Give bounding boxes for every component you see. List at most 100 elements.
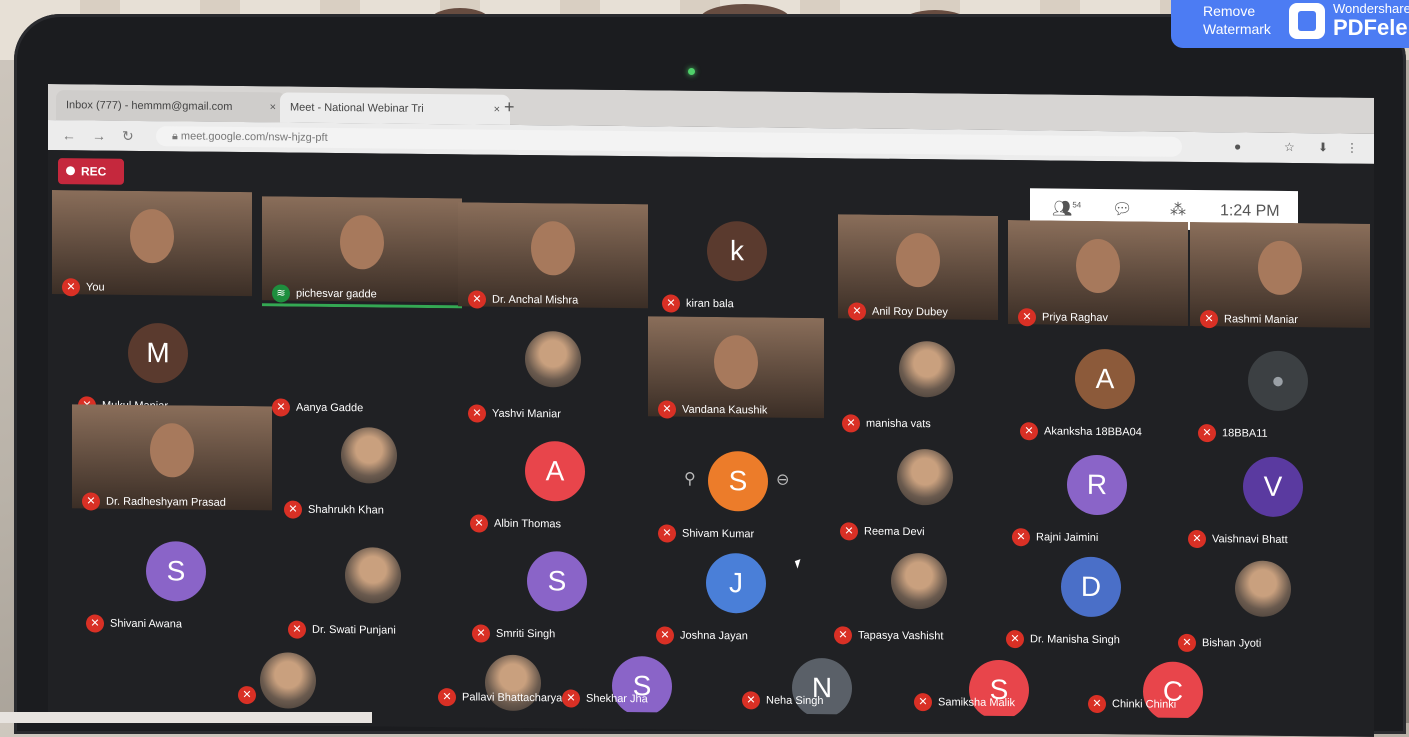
participant-tile[interactable]: ✕ Tapasya Vashisht <box>824 548 1014 650</box>
participant-name: Albin Thomas <box>494 517 562 531</box>
pin-icon[interactable]: ⚲ <box>684 469 696 489</box>
mic-off-icon: ✕ <box>470 514 488 533</box>
participant-photo <box>891 552 947 610</box>
brand-main: PDFelement <box>1333 15 1409 40</box>
participant-name-label: ✕ Priya Raghav <box>1018 308 1108 327</box>
participant-tile[interactable]: S ✕ Samiksha Malik <box>904 655 1094 717</box>
participant-tile[interactable]: S ✕ Shivam Kumar ⚲ ⊖ <box>648 446 828 548</box>
participant-tile[interactable]: ✕ Vandana Kaushik <box>648 316 824 424</box>
participant-tile[interactable]: V ✕ Vaishnavi Bhatt <box>1178 452 1368 554</box>
participant-name-label: ✕ manisha vats <box>842 414 931 433</box>
speaking-indicator <box>262 303 462 309</box>
mic-off-icon: ✕ <box>842 414 860 433</box>
camera-icon[interactable]: ● <box>1234 139 1241 153</box>
participant-tile[interactable]: k ✕ kiran bala <box>652 216 822 318</box>
menu-icon[interactable]: ⋮ <box>1346 141 1358 155</box>
participant-tile[interactable]: ✕ Bishan Jyoti <box>1168 556 1358 658</box>
participant-name: Dr. Radheshyam Prasad <box>106 495 226 509</box>
close-icon[interactable]: × <box>494 95 500 125</box>
participant-tile[interactable]: ✕ Anil Roy Dubey <box>838 214 998 326</box>
mic-off-icon: ✕ <box>1018 308 1036 327</box>
mic-off-icon: ✕ <box>288 620 306 639</box>
participant-tile[interactable]: ✕ <box>228 648 348 709</box>
participant-avatar: A <box>525 440 585 502</box>
participant-tile[interactable]: ● ✕ 18BBA11 <box>1188 346 1368 448</box>
participant-tile[interactable]: N ✕ Neha Singh <box>732 653 912 716</box>
participant-face <box>130 208 174 264</box>
participant-tile[interactable]: S ✕ Smriti Singh <box>462 546 652 648</box>
close-icon[interactable]: × <box>270 92 276 122</box>
meet-grid: REC 👥︎54 💬︎ ⁂ 1:24 PM ✕ You ≋ pichesvar gad… <box>48 150 1374 737</box>
participant-tile[interactable]: ✕ Rashmi Maniar <box>1190 221 1370 334</box>
watermark-banner[interactable]: Remove Watermark Wondershare PDFelement <box>1171 0 1409 48</box>
participant-tile[interactable]: A ✕ Albin Thomas <box>460 436 650 538</box>
participant-name: Dr. Manisha Singh <box>1030 633 1120 647</box>
extension-icon[interactable]: ⬇ <box>1318 140 1328 154</box>
participant-tile[interactable]: ✕ Priya Raghav <box>1008 220 1188 332</box>
participant-face <box>150 423 194 478</box>
participant-name-label: ✕ Shahrukh Khan <box>284 500 384 519</box>
participant-tile[interactable]: ✕ Dr. Anchal Mishra <box>458 202 648 314</box>
participant-tile[interactable]: ✕ You <box>52 190 252 302</box>
participant-name-label: ✕ Smriti Singh <box>472 624 555 643</box>
participant-name-label: ✕ Bishan Jyoti <box>1178 633 1262 653</box>
participant-name-label: ✕ Rajni Jaimini <box>1012 528 1098 547</box>
participant-tile[interactable]: ✕ Reema Devi <box>830 444 1020 546</box>
back-icon[interactable]: ← <box>62 127 76 143</box>
participant-tile[interactable]: ✕ manisha vats <box>832 336 1022 438</box>
people-icon[interactable]: 👥︎54 <box>1052 199 1081 219</box>
tab-meet[interactable]: Meet - National Webinar Tri × <box>280 92 510 125</box>
participant-name: Smriti Singh <box>496 627 556 641</box>
mic-off-icon: ✕ <box>438 688 456 707</box>
mic-off-icon: ✕ <box>1188 529 1206 549</box>
star-icon[interactable]: ☆ <box>1284 140 1295 154</box>
participant-name-label: ✕ Tapasya Vashisht <box>834 626 943 645</box>
participant-tile[interactable]: D ✕ Dr. Manisha Singh <box>996 552 1186 654</box>
participant-name: Samiksha Malik <box>938 696 1016 710</box>
participant-tile[interactable]: ✕ Yashvi Maniar <box>458 326 648 428</box>
participant-name: Dr. Anchal Mishra <box>492 293 579 307</box>
tab-inbox[interactable]: Inbox (777) - hemmm@gmail.com × <box>56 90 286 123</box>
remove-watermark-link[interactable]: Remove Watermark <box>1203 2 1271 38</box>
participant-name: Joshna Jayan <box>680 629 748 643</box>
participant-tile[interactable]: ✕ Shahrukh Khan <box>274 422 464 524</box>
participant-tile[interactable]: C ✕ Chinki Chinki <box>1078 657 1268 719</box>
participant-name-label: ✕ kiran bala <box>662 294 734 313</box>
participant-name-label: ✕ You <box>62 278 105 297</box>
rec-label: REC <box>81 164 107 179</box>
new-tab-button[interactable]: + <box>504 97 515 118</box>
forward-icon[interactable]: → <box>92 127 106 143</box>
participant-avatar: S <box>527 551 587 612</box>
mic-off-icon: ✕ <box>472 624 490 643</box>
participant-tile[interactable]: ✕ Aanya Gadde <box>262 320 452 422</box>
participant-photo <box>345 547 401 604</box>
reload-icon[interactable]: ↻ <box>122 128 134 145</box>
participant-tile[interactable]: R ✕ Rajni Jaimini <box>1002 450 1192 552</box>
participant-face <box>896 232 940 288</box>
chat-icon[interactable]: 💬︎ <box>1112 199 1132 219</box>
participant-tile[interactable]: ≋ pichesvar gadde <box>262 196 462 309</box>
participant-avatar: ● <box>1248 350 1308 412</box>
participant-name-label: ✕ Aanya Gadde <box>272 398 363 417</box>
participant-face <box>531 221 575 276</box>
participant-tile[interactable]: A ✕ Akanksha 18BBA04 <box>1010 344 1200 446</box>
remove-icon[interactable]: ⊖ <box>776 470 789 490</box>
participant-photo <box>1235 560 1291 618</box>
participant-name-label: ✕ <box>238 685 262 705</box>
speaking-icon: ≋ <box>272 284 290 303</box>
participant-name-label: ✕ Dr. Radheshyam Prasad <box>82 492 226 512</box>
participant-tile[interactable]: ✕ Dr. Radheshyam Prasad <box>72 404 272 516</box>
participant-name: Bishan Jyoti <box>1202 637 1262 650</box>
participant-name-label: ✕ Samiksha Malik <box>914 693 1015 712</box>
participant-tile[interactable]: J ✕ Joshna Jayan <box>646 548 826 650</box>
participant-tile[interactable]: ✕ Dr. Swati Punjani <box>278 542 468 644</box>
mic-off-icon: ✕ <box>848 302 866 321</box>
activities-icon[interactable]: ⁂ <box>1170 200 1186 220</box>
mic-off-icon: ✕ <box>1006 630 1024 649</box>
participant-name: Shahrukh Khan <box>308 503 384 517</box>
participant-tile[interactable]: S ✕ Shivani Awana <box>76 536 276 638</box>
participant-name: manisha vats <box>866 417 931 431</box>
participant-name-label: ✕ Vaishnavi Bhatt <box>1188 529 1288 549</box>
participant-tile[interactable]: S ✕ Shekhar Jha <box>552 651 732 714</box>
participant-avatar: S <box>146 541 206 602</box>
